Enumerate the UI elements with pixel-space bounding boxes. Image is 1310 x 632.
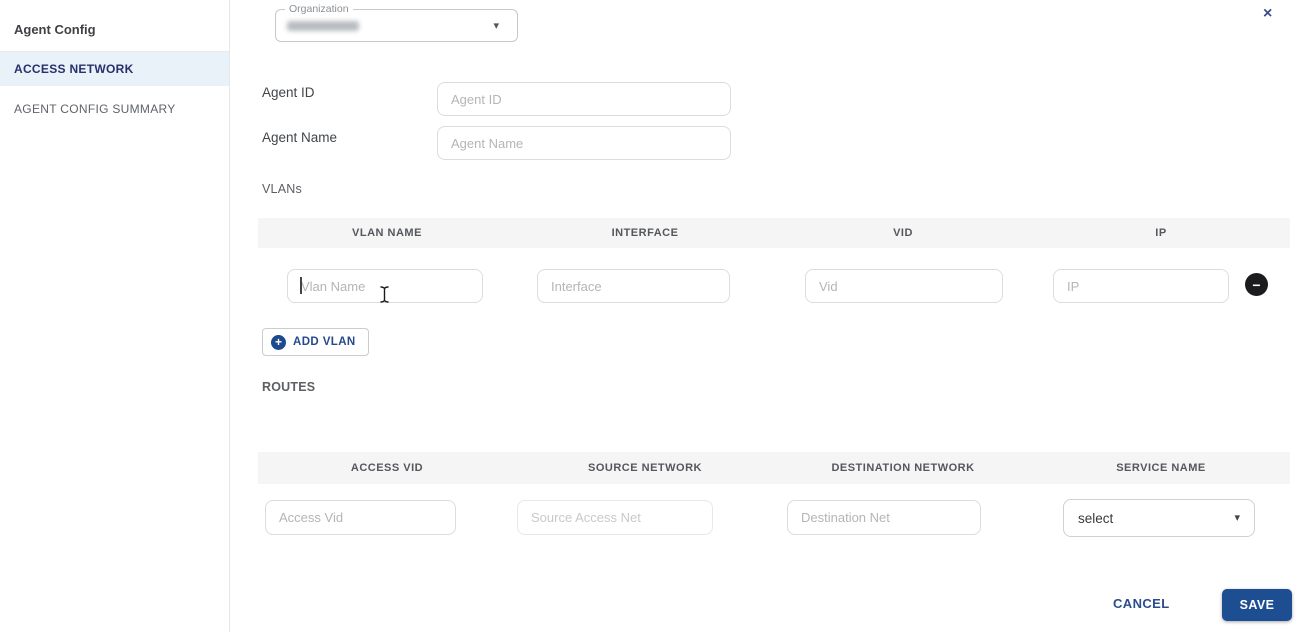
ibeam-cursor-icon [380,286,389,303]
vlan-name-column-header: VLAN NAME [352,227,422,239]
sidebar-item-access-network[interactable]: ACCESS NETWORK [0,52,229,86]
text-caret [300,277,302,294]
access-vid-input[interactable] [265,500,456,535]
organization-label: Organization [285,3,353,15]
agent-name-input[interactable] [437,126,731,160]
service-name-select-value: select [1078,510,1114,526]
vlan-table-header: VLAN NAME INTERFACE VID IP [258,218,1290,248]
chevron-down-icon: ▾ [493,20,499,32]
interface-column-header: INTERFACE [611,227,679,239]
destination-network-column-header: DESTINATION NETWORK [831,462,975,474]
interface-input[interactable] [537,269,730,303]
source-network-column-header: SOURCE NETWORK [588,462,702,474]
close-icon[interactable]: × [1263,6,1272,22]
sidebar-item-agent-config-summary[interactable]: AGENT CONFIG SUMMARY [0,90,229,128]
vid-column-header: VID [893,227,913,239]
ip-column-header: IP [1155,227,1167,239]
sidebar: Agent Config ACCESS NETWORK AGENT CONFIG… [0,0,230,632]
service-name-select[interactable]: select ▾ [1063,499,1255,537]
access-vid-column-header: ACCESS VID [350,462,424,474]
page-title: Agent Config [14,22,96,37]
organization-select[interactable]: Organization ▾ [275,3,518,42]
service-name-column-header: SERVICE NAME [1116,462,1206,474]
agent-name-label: Agent Name [262,130,338,145]
routes-table-header: ACCESS VID SOURCE NETWORK DESTINATION NE… [258,452,1290,484]
chevron-down-icon: ▾ [1234,511,1240,524]
ip-input[interactable] [1053,269,1229,303]
add-vlan-button[interactable]: + ADD VLAN [262,328,369,356]
organization-value-redacted [287,21,359,31]
agent-config-dialog: Agent Config ACCESS NETWORK AGENT CONFIG… [0,0,1310,632]
destination-network-input[interactable] [787,500,981,535]
vid-input[interactable] [805,269,1003,303]
add-vlan-label: ADD VLAN [293,336,356,348]
agent-id-input[interactable] [437,82,731,116]
agent-id-label: Agent ID [262,85,315,100]
source-network-input[interactable] [517,500,713,535]
vlans-section-label: VLANs [262,182,302,196]
save-button[interactable]: SAVE [1222,589,1292,621]
routes-section-label: ROUTES [262,380,316,394]
plus-icon: + [271,334,286,350]
cancel-button[interactable]: CANCEL [1113,596,1170,611]
remove-vlan-row-button[interactable]: − [1245,273,1268,296]
minus-icon: − [1252,276,1261,293]
